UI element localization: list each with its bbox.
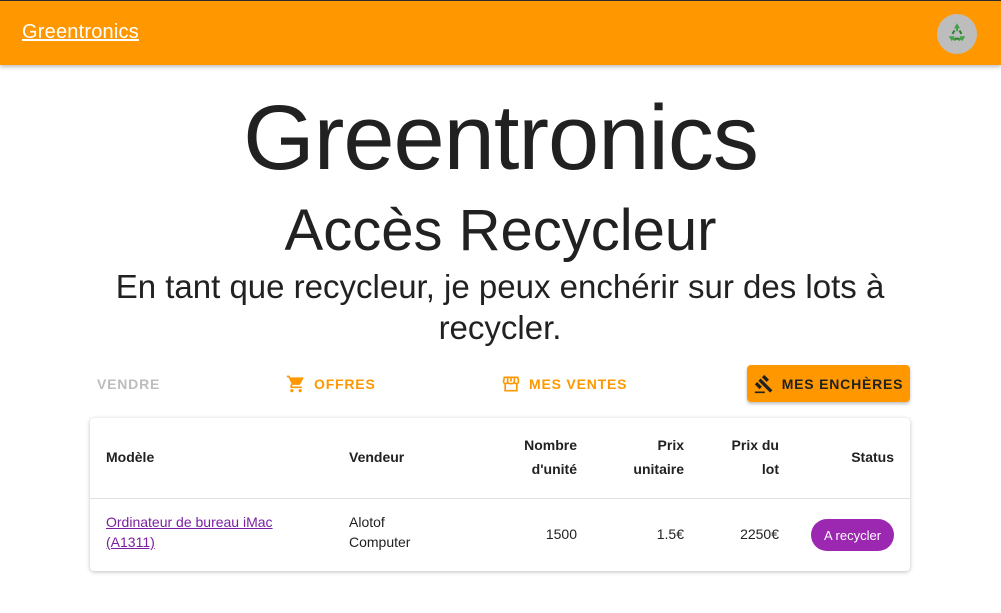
tab-bar: Vendre Offres Mes ventes Mes enchères	[90, 365, 910, 403]
tab-label: Offres	[314, 375, 376, 392]
brand-link[interactable]: Greentronics	[22, 21, 139, 44]
header-unit-price: Prix unitaire	[633, 437, 684, 477]
tab-mes-ventes[interactable]: Mes ventes	[501, 365, 627, 402]
header-model: Modèle	[106, 449, 155, 465]
recycle-icon	[946, 21, 968, 48]
tab-mes-encheres[interactable]: Mes enchères	[747, 365, 910, 402]
page-description: En tant que recycleur, je peux enchérir …	[115, 268, 885, 346]
page-subtitle: Accès Recycleur	[284, 198, 717, 263]
seller-cell: Alotof Computer	[349, 514, 411, 550]
cart-icon	[286, 374, 306, 394]
model-link[interactable]: Ordinateur de bureau iMac (A1311)	[106, 512, 306, 552]
app-bar: Greentronics	[0, 0, 1001, 65]
unit-price-cell: 1.5€	[656, 526, 684, 542]
units-cell: 1500	[545, 526, 577, 542]
page-title: Greentronics	[243, 87, 759, 189]
header-lot-price: Prix du lot	[731, 437, 779, 477]
header-status: Status	[851, 449, 894, 465]
header-divider	[90, 498, 910, 499]
tab-label: Mes ventes	[529, 375, 628, 392]
store-icon	[501, 374, 521, 394]
lot-price-cell: 2250€	[740, 526, 779, 542]
tab-vendre[interactable]: Vendre	[97, 365, 160, 402]
avatar[interactable]	[937, 14, 977, 54]
gavel-icon	[754, 374, 774, 394]
status-badge: A recycler	[811, 519, 894, 551]
auction-table: Modèle Vendeur Nombre d'unité Prix unita…	[90, 418, 910, 571]
tab-label: Vendre	[97, 375, 161, 392]
header-seller: Vendeur	[349, 449, 405, 465]
tab-offres[interactable]: Offres	[286, 365, 376, 402]
header-units: Nombre d'unité	[524, 437, 577, 477]
tab-label: Mes enchères	[781, 375, 904, 392]
